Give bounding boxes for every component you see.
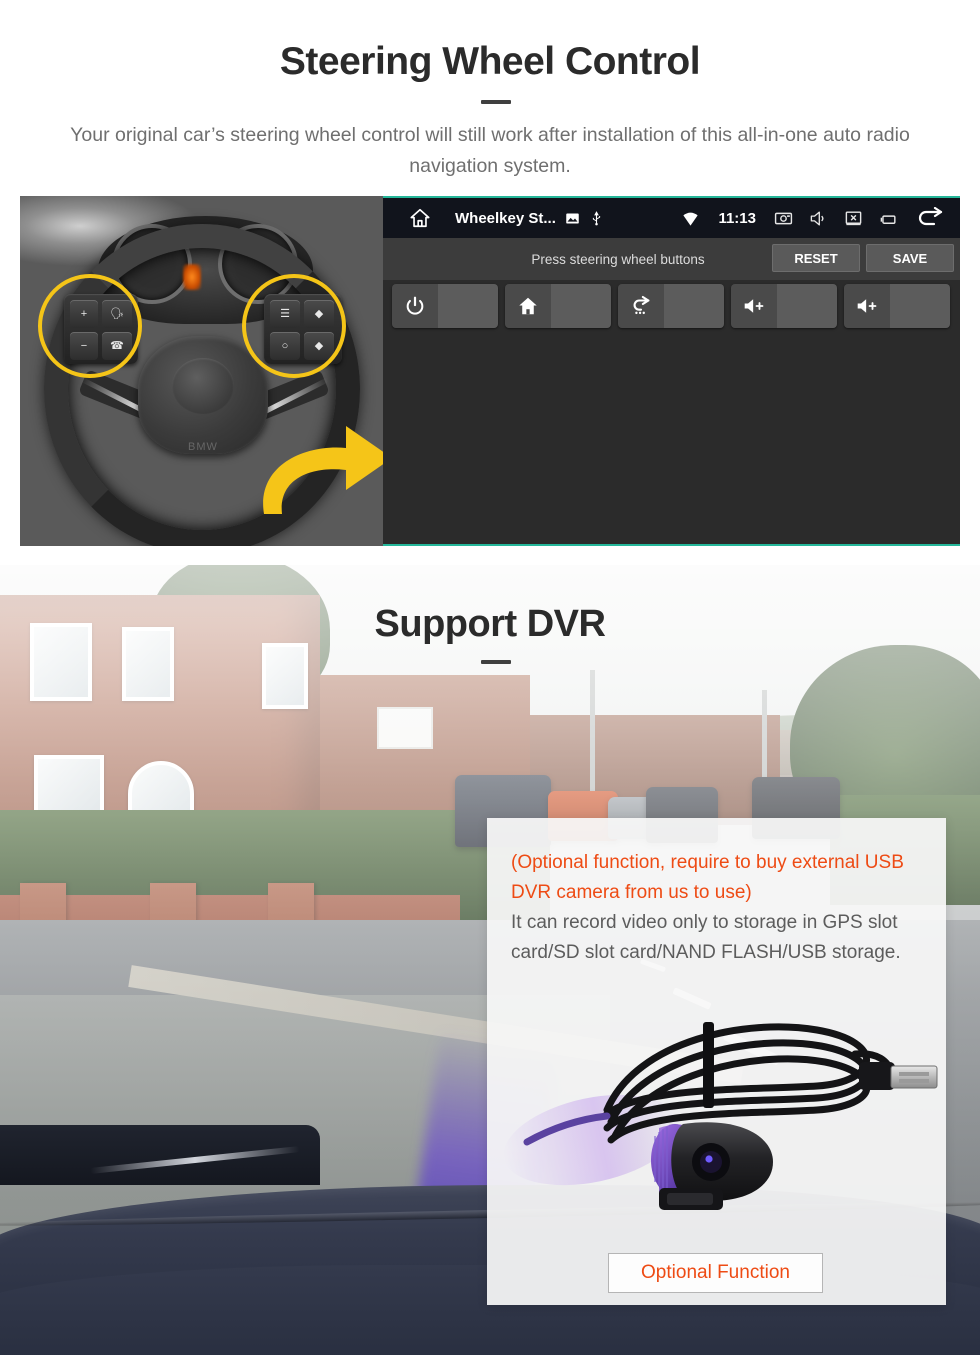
wifi-icon bbox=[683, 212, 699, 226]
highlight-circle-left bbox=[38, 274, 142, 378]
yellow-arrow-icon bbox=[263, 426, 383, 514]
reset-button[interactable]: RESET bbox=[772, 244, 860, 272]
airbag-cover bbox=[172, 358, 234, 414]
screenshot-icon[interactable] bbox=[774, 209, 793, 228]
home-icon bbox=[519, 297, 537, 315]
power-icon bbox=[406, 296, 424, 315]
dvr-body-text: It can record video only to storage in G… bbox=[511, 912, 901, 963]
wheel-logo: BMW bbox=[188, 441, 218, 453]
steering-wheel-photo: BMW + − 🗣 ☎ ☰ ○ ◆ ◆ bbox=[20, 196, 383, 546]
volume-up-icon-cell bbox=[731, 284, 777, 328]
wheelkey-volume-up-assign-1[interactable] bbox=[777, 284, 837, 328]
dvr-card-text: (Optional function, require to buy exter… bbox=[511, 848, 929, 968]
wheelkey-button-row bbox=[383, 284, 960, 330]
wheelkey-back-slot[interactable] bbox=[618, 284, 724, 328]
save-button[interactable]: SAVE bbox=[866, 244, 954, 272]
wheelkey-power-slot[interactable] bbox=[392, 284, 498, 328]
optional-function-button[interactable]: Optional Function bbox=[608, 1253, 823, 1293]
close-icon[interactable] bbox=[844, 209, 863, 228]
title-divider bbox=[481, 100, 511, 104]
for-sale-sign bbox=[377, 707, 433, 749]
head-unit-screen: Wheelkey St... 11:13 Press steering whee… bbox=[383, 196, 960, 546]
wheelkey-home-slot[interactable] bbox=[505, 284, 611, 328]
wheelkey-power-assign[interactable] bbox=[438, 284, 498, 328]
volume-up-icon-cell-2 bbox=[844, 284, 890, 328]
volume-up-icon bbox=[857, 299, 877, 313]
support-dvr-section: Support DVR (Optional function, require … bbox=[0, 565, 980, 1355]
home-icon[interactable] bbox=[407, 207, 433, 229]
status-clock: 11:13 bbox=[718, 209, 756, 227]
back-icon[interactable] bbox=[916, 207, 944, 229]
page-subtitle: Your original car’s steering wheel contr… bbox=[70, 124, 910, 177]
usb-icon bbox=[592, 210, 600, 225]
dvr-title: Support DVR bbox=[374, 603, 606, 645]
dvr-info-card: (Optional function, require to buy exter… bbox=[487, 818, 946, 1305]
power-icon-cell bbox=[392, 284, 438, 328]
wheelkey-volume-up-assign-2[interactable] bbox=[890, 284, 950, 328]
wheelkey-volume-up-slot-1[interactable] bbox=[731, 284, 837, 328]
usb-dvr-camera-image bbox=[503, 1022, 938, 1210]
back-icon-cell bbox=[618, 284, 664, 328]
dvr-title-divider bbox=[481, 660, 511, 664]
window bbox=[262, 643, 308, 709]
home-icon-cell bbox=[505, 284, 551, 328]
wheelkey-volume-up-slot-2[interactable] bbox=[844, 284, 950, 328]
volume-icon[interactable] bbox=[809, 209, 828, 228]
steering-wheel-control-section: Steering Wheel Control Your original car… bbox=[0, 0, 980, 560]
wheelkey-back-assign[interactable] bbox=[664, 284, 724, 328]
page-title: Steering Wheel Control bbox=[279, 40, 701, 83]
wheelkey-home-assign[interactable] bbox=[551, 284, 611, 328]
image-icon bbox=[566, 213, 579, 223]
volume-up-icon bbox=[744, 299, 764, 313]
wheelkey-toolbar: Press steering wheel buttons RESET SAVE bbox=[383, 238, 960, 280]
back-icon bbox=[633, 295, 650, 315]
android-status-bar: Wheelkey St... 11:13 bbox=[383, 198, 960, 238]
dashboard-vent bbox=[0, 1125, 320, 1185]
highlight-circle-right bbox=[242, 274, 346, 378]
dvr-warning-text: (Optional function, require to buy exter… bbox=[511, 852, 904, 903]
recents-icon[interactable] bbox=[879, 209, 898, 228]
app-title: Wheelkey St... bbox=[455, 209, 556, 227]
